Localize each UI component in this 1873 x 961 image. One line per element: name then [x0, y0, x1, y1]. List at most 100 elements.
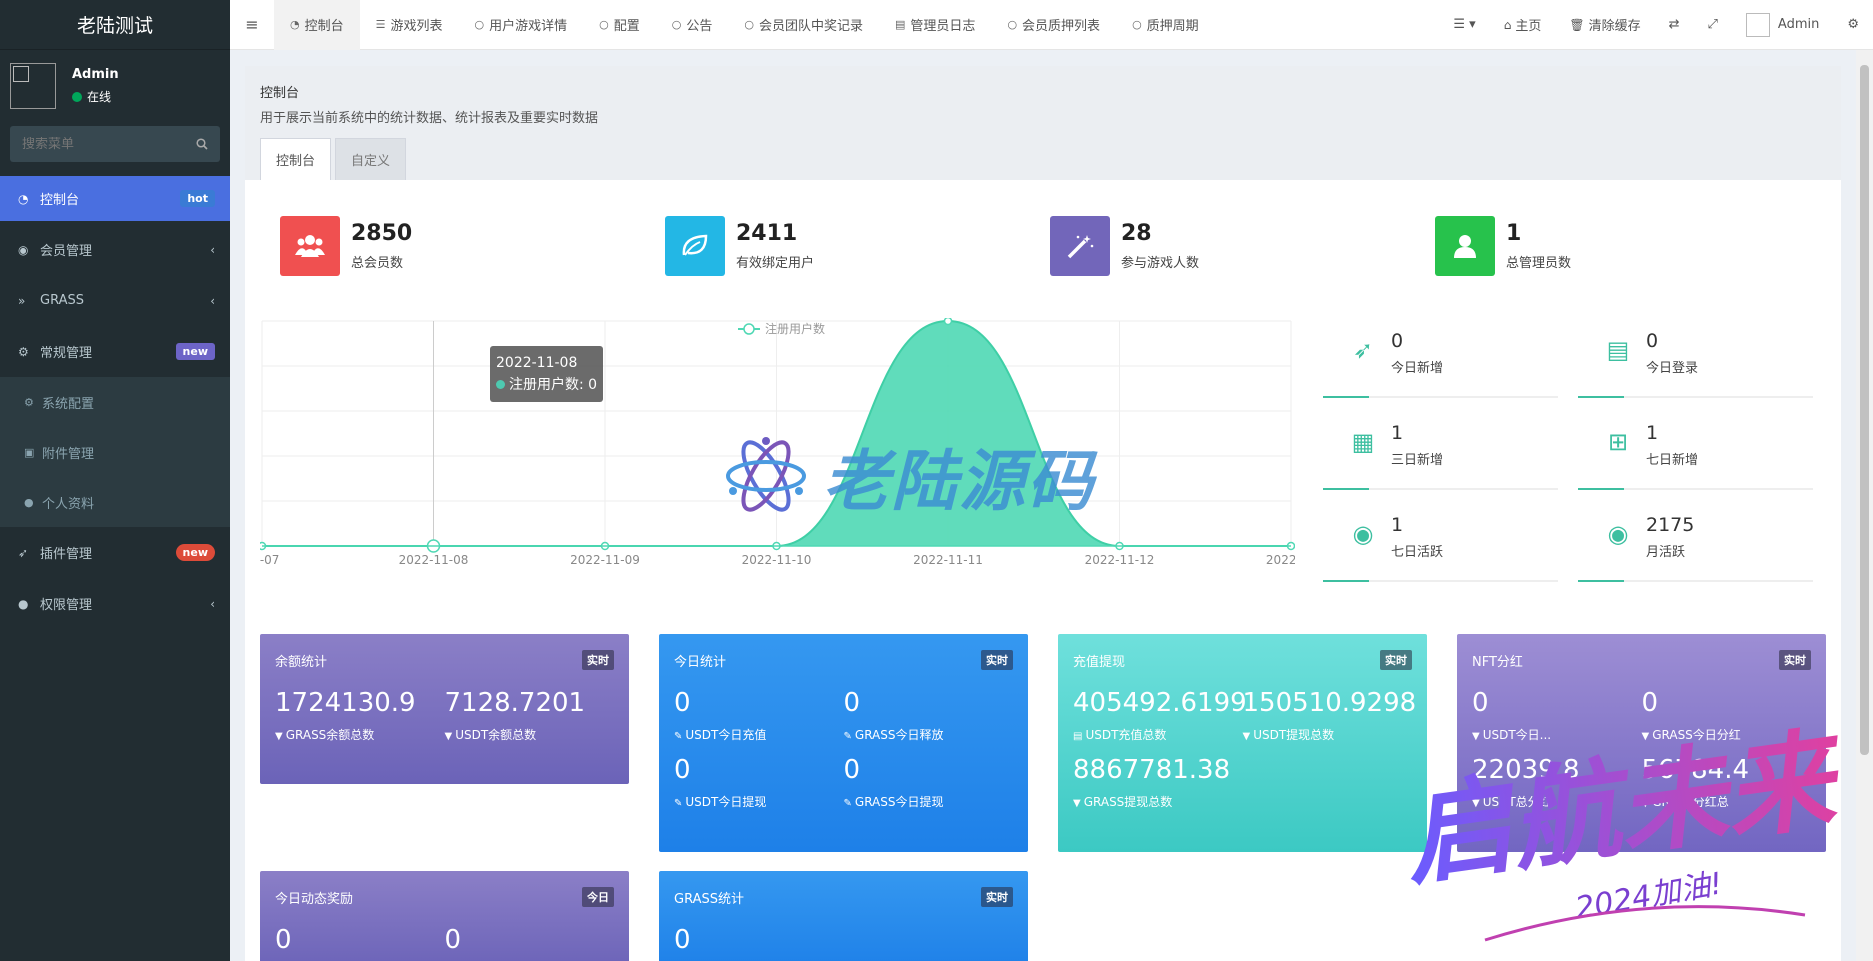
tab-admin-log[interactable]: ▤ 管理员日志	[879, 0, 991, 50]
clear-cache-button[interactable]: 🗑 清除缓存	[1555, 15, 1654, 35]
dashboard-tabs: 控制台 自定义	[260, 138, 410, 180]
tab-config[interactable]: ○ 配置	[583, 0, 656, 50]
tab-team-award-records[interactable]: ○ 会员团队中奖记录	[728, 0, 879, 50]
tab-label: 管理员日志	[910, 19, 976, 34]
sidebar-item-label: 会员管理	[40, 244, 93, 259]
progress-line	[1323, 488, 1558, 490]
sidebar-item-members[interactable]: ◉ 会员管理 ‹	[0, 224, 230, 275]
magic-icon	[1050, 216, 1110, 276]
menu-search	[10, 126, 220, 162]
tab-custom[interactable]: 自定义	[335, 138, 407, 180]
mini-stat-value: 0	[1646, 330, 1659, 352]
card-value: 0	[843, 688, 861, 718]
rocket-icon: ➶	[1352, 336, 1374, 364]
sidebar-item-general[interactable]: ⚙ 常规管理 new	[0, 326, 230, 377]
mini-stat-value: 1	[1391, 514, 1404, 536]
card-badge: 实时	[1380, 650, 1412, 670]
card-label: USDT今日充值	[685, 728, 767, 742]
sidebar-item-grass[interactable]: » GRASS ‹	[0, 275, 230, 326]
sidebar-item-system-config[interactable]: ⚙ 系统配置	[0, 377, 230, 427]
top-navbar: ≡ ◔ 控制台 ☰ 游戏列表 ○ 用户游戏详情 ○ 配置 ○ 公告 ○ 会员团队中奖记录 ▤…	[230, 0, 1873, 50]
tab-user-game-detail[interactable]: ○ 用户游戏详情	[459, 0, 584, 50]
nav-right: ☰ ▾ ⌂ 主页 🗑 清除缓存 ⇄ ⤢ Admin ⚙	[1439, 0, 1873, 50]
sidebar-item-label: 常规管理	[40, 346, 93, 361]
user-menu[interactable]: Admin	[1732, 12, 1833, 37]
x-tick-label: 11-07	[260, 553, 279, 567]
card-value: 0	[843, 755, 861, 785]
stat-total-members: 2850 总会员数	[280, 216, 665, 276]
settings-button[interactable]: ⚙	[1833, 17, 1873, 32]
circle-icon: ○	[1132, 18, 1142, 31]
sidebar-item-profile[interactable]: ● 个人资料	[0, 477, 230, 527]
mini-stat-value: 0	[1391, 330, 1404, 352]
image-icon: ▣	[24, 445, 35, 459]
sidebar-item-permissions[interactable]: ● 权限管理 ‹	[0, 578, 230, 629]
tab-console[interactable]: 控制台	[260, 138, 332, 180]
tab-game-list[interactable]: ☰ 游戏列表	[360, 0, 459, 50]
user-status: 在线	[72, 88, 119, 105]
home-link[interactable]: ⌂ 主页	[1490, 15, 1556, 35]
corner-watermark: 启航未来 2024加油!	[1396, 716, 1853, 942]
circle-icon: ○	[744, 18, 754, 31]
tab-pledge-cycle[interactable]: ○ 质押周期	[1116, 0, 1215, 50]
chevron-left-icon: ‹	[210, 293, 215, 308]
tooltip-value: 注册用户数: 0	[509, 377, 598, 393]
mini-stat-label: 三日新增	[1391, 453, 1444, 468]
card-badge: 实时	[981, 650, 1013, 670]
list-icon: ☰	[375, 18, 386, 31]
card-label: GRASS今日提现	[854, 795, 944, 809]
card-title: 充值提现	[1073, 654, 1126, 670]
card-value: 0	[275, 925, 292, 955]
stat-value: 28	[1121, 221, 1152, 246]
rocket-icon: ➶	[18, 545, 29, 560]
card-title: 今日统计	[674, 654, 727, 670]
sidebar-item-label: 权限管理	[40, 598, 93, 613]
watermark-text: 老陆源码	[823, 443, 1095, 520]
menu-search-input[interactable]	[22, 136, 182, 152]
user-circle-icon: ◉	[1352, 520, 1374, 548]
sidebar-item-dashboard[interactable]: ◔ 控制台 hot	[0, 176, 230, 221]
page-scrollbar[interactable]	[1856, 50, 1873, 961]
card-value: 7128.7201	[444, 688, 586, 718]
progress-line	[1323, 396, 1558, 398]
card-label: USDT余额总数	[455, 728, 537, 742]
more-tabs-dropdown[interactable]: ☰ ▾	[1439, 17, 1489, 32]
user-circle-icon: ◉	[1607, 520, 1629, 548]
card-balance-stats: 余额统计 实时 1724130.9 ▼ GRASS余额总数 7128.7201 ▼ USD…	[260, 634, 629, 784]
x-tick-label: 2022-11-08	[399, 553, 469, 567]
sidebar-toggle-icon[interactable]: ≡	[230, 15, 274, 34]
chevron-left-icon: ‹	[210, 596, 215, 611]
card-title: 余额统计	[275, 654, 328, 670]
search-icon[interactable]	[196, 138, 208, 150]
card-label: USDT今日提现	[685, 795, 767, 809]
sidebar: 老陆测试 Admin 在线 ◔ 控制台 hot ◉ 会员管理 ‹ » GRASS…	[0, 0, 230, 961]
user-icon	[1435, 216, 1495, 276]
list-dropdown-icon: ☰ ▾	[1453, 17, 1476, 32]
tab-dashboard[interactable]: ◔ 控制台	[274, 0, 360, 50]
double-right-icon: »	[18, 293, 26, 308]
sidebar-item-plugins[interactable]: ➶ 插件管理 new	[0, 527, 230, 578]
circle-icon: ○	[1007, 18, 1018, 31]
magic-icon: ✎	[674, 798, 683, 809]
user-status-text: 在线	[87, 90, 112, 104]
app-logo[interactable]: 老陆测试	[0, 0, 230, 50]
user-menu-label: Admin	[1777, 17, 1820, 32]
calendar-icon: ▦	[1351, 428, 1375, 456]
tab-pledge-list[interactable]: ○ 会员质押列表	[991, 0, 1116, 50]
fullscreen-button[interactable]: ⤢	[1694, 17, 1732, 32]
mini-stat-value: 2175	[1646, 514, 1695, 536]
stat-total-admins: 1 总管理员数	[1435, 216, 1820, 276]
circle-icon: ○	[474, 18, 485, 31]
scrollbar-thumb[interactable]	[1860, 65, 1869, 755]
card-label: USDT提现总数	[1253, 728, 1335, 742]
tab-notice[interactable]: ○ 公告	[656, 0, 729, 50]
mini-stat-three-day-new: ▦ 1 三日新增	[1323, 410, 1578, 502]
sidebar-item-attachments[interactable]: ▣ 附件管理	[0, 427, 230, 477]
card-label: USDT充值总数	[1085, 728, 1167, 742]
language-toggle[interactable]: ⇄	[1655, 17, 1694, 32]
card-grass-stats: GRASS统计 实时 0	[659, 871, 1028, 961]
hot-badge: hot	[180, 190, 215, 207]
tab-label: 用户游戏详情	[489, 19, 568, 34]
magic-icon: ✎	[843, 798, 852, 809]
card-label: GRASS余额总数	[285, 728, 375, 742]
